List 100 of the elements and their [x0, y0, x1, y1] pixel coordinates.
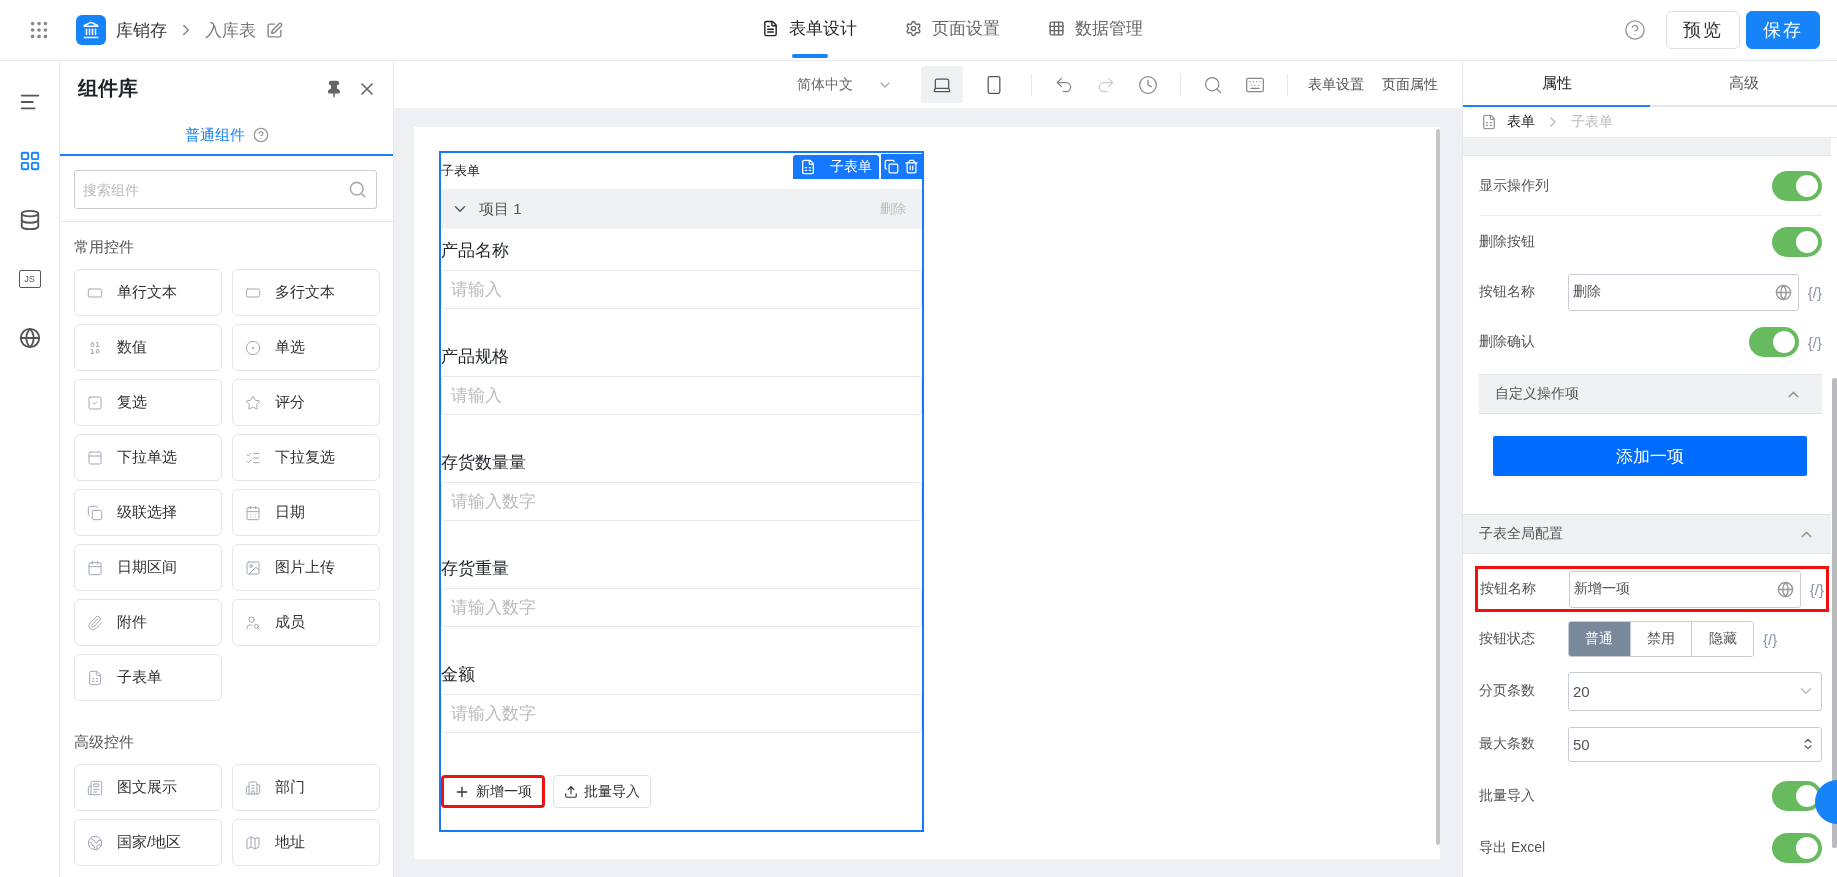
field-label: 存货数量量 — [441, 452, 526, 474]
component-item[interactable]: 国家/地区 — [74, 819, 222, 866]
preview-button[interactable]: 预览 — [1666, 11, 1740, 49]
component-item[interactable]: 成员 — [232, 599, 380, 646]
number-field[interactable]: 50 — [1568, 726, 1822, 762]
radio-icon — [245, 339, 261, 356]
component-item[interactable]: 数值 — [74, 324, 222, 371]
component-item[interactable]: 复选 — [74, 379, 222, 426]
nav-tab[interactable]: 数据管理 — [1042, 0, 1149, 61]
component-item[interactable]: 附件 — [74, 599, 222, 646]
section-header[interactable]: 子表全局配置 — [1463, 514, 1831, 554]
dropdown-icon — [87, 449, 103, 466]
document-icon — [87, 669, 103, 686]
globe-icon — [87, 834, 103, 851]
search-field[interactable]: 搜索组件 — [74, 170, 377, 209]
breadcrumb-item[interactable]: 表单 — [1507, 113, 1535, 131]
component-item[interactable]: 多行文本 — [232, 269, 380, 316]
setting-label: 分页条数 — [1479, 682, 1536, 700]
component-item[interactable]: 图片上传 — [232, 544, 380, 591]
nav-tab[interactable]: 表单设计 — [756, 0, 863, 61]
component-item[interactable]: 子表单 — [74, 654, 222, 701]
setting-label: 按钮状态 — [1479, 630, 1536, 648]
input-field[interactable]: 请输入 — [441, 376, 922, 415]
component-item[interactable]: 下拉单选 — [74, 434, 222, 481]
app-name[interactable]: 库销存 — [116, 18, 167, 42]
upload-icon — [564, 784, 578, 799]
toggle-switch[interactable] — [1772, 170, 1822, 201]
copy-icon[interactable] — [883, 159, 899, 174]
library-tab[interactable]: 普通组件 — [60, 116, 393, 156]
toolbar-link[interactable]: 页面属性 — [1378, 75, 1442, 94]
field-label: 金额 — [441, 664, 475, 686]
page-name: 入库表 — [205, 19, 256, 42]
component-item[interactable]: 地址 — [232, 819, 380, 866]
toggle-switch[interactable] — [1748, 327, 1799, 357]
setting-label: 导出 Excel — [1479, 839, 1547, 857]
cascade-icon — [87, 504, 103, 521]
laptop-icon[interactable] — [921, 66, 963, 103]
edit-icon[interactable] — [266, 21, 283, 39]
help-icon[interactable] — [1624, 19, 1646, 41]
subform-label: 子表单 — [441, 162, 480, 180]
component-item[interactable]: 级联选择 — [74, 489, 222, 536]
component-item[interactable]: 单选 — [232, 324, 380, 371]
save-button[interactable]: 保存 — [1746, 11, 1820, 49]
search-icon[interactable] — [348, 180, 367, 199]
input-field[interactable]: 请输入数字 — [441, 694, 922, 733]
setting-label: 批量导入 — [1479, 787, 1536, 805]
document-icon — [1481, 114, 1497, 130]
toggle-switch[interactable] — [1772, 833, 1822, 863]
input-field[interactable]: 删除 — [1568, 273, 1799, 311]
component-item[interactable]: 单行文本 — [74, 269, 222, 316]
number-icon — [87, 339, 103, 356]
trash-icon[interactable] — [904, 159, 920, 174]
paperclip-icon — [87, 614, 103, 631]
pin-icon[interactable] — [325, 79, 343, 98]
component-item[interactable]: 图文展示 — [74, 764, 222, 811]
app-logo-icon — [76, 15, 106, 45]
input-field[interactable]: 新增一项 — [1569, 570, 1801, 608]
toggle-switch[interactable] — [1772, 227, 1822, 257]
language-select[interactable]: 简体中文 — [797, 75, 893, 94]
group-title: 常用控件 — [73, 237, 135, 257]
item-title: 项目 1 — [479, 199, 522, 219]
input-field[interactable]: 请输入数字 — [441, 588, 922, 627]
component-item[interactable]: 下拉复选 — [232, 434, 380, 481]
component-item[interactable]: 评分 — [232, 379, 380, 426]
toggle-switch[interactable] — [1772, 781, 1822, 811]
component-item[interactable]: 日期 — [232, 489, 380, 536]
image-icon — [245, 559, 261, 576]
setting-label: 按钮名称 — [1480, 580, 1537, 598]
document-icon — [800, 159, 816, 175]
building-icon — [245, 779, 261, 796]
import-button[interactable]: 批量导入 — [553, 775, 651, 808]
input-field[interactable]: 请输入数字 — [441, 482, 922, 521]
section-title: 子表全局配置 — [1479, 525, 1563, 543]
add-item-button[interactable]: 新增一项 — [441, 775, 545, 808]
field-label: 存货重量 — [441, 558, 509, 580]
calendar-icon — [87, 559, 103, 576]
toolbar-link[interactable]: 表单设置 — [1304, 75, 1368, 94]
setting-label: 显示操作列 — [1479, 176, 1550, 195]
component-item[interactable]: 日期区间 — [74, 544, 222, 591]
segment-option[interactable]: 隐藏 — [1691, 622, 1753, 656]
component-item[interactable]: 部门 — [232, 764, 380, 811]
subform-tag: 子表单 — [793, 155, 879, 179]
user-icon — [245, 614, 261, 631]
group-title: 高级控件 — [73, 732, 135, 752]
panel-tab[interactable]: 高级 — [1650, 61, 1837, 107]
breadcrumb-item: 子表单 — [1571, 113, 1613, 131]
input-field[interactable]: 请输入 — [441, 270, 922, 309]
select-field[interactable]: 20 — [1568, 671, 1822, 711]
nav-tab[interactable]: 页面设置 — [899, 0, 1006, 61]
map-icon — [245, 834, 261, 851]
setting-label: 删除确认 — [1479, 333, 1536, 351]
segment-option[interactable]: 普通 — [1569, 622, 1630, 656]
apps-icon[interactable] — [28, 19, 50, 41]
section-title: 自定义操作项 — [1495, 385, 1579, 403]
section-header[interactable]: 自定义操作项 — [1479, 374, 1822, 414]
text-block-icon — [87, 779, 103, 796]
help-icon[interactable] — [252, 127, 269, 143]
add-item-button[interactable]: 添加一项 — [1493, 436, 1807, 476]
setting-label: 按钮名称 — [1479, 283, 1536, 301]
panel-tab[interactable]: 属性 — [1463, 61, 1650, 107]
